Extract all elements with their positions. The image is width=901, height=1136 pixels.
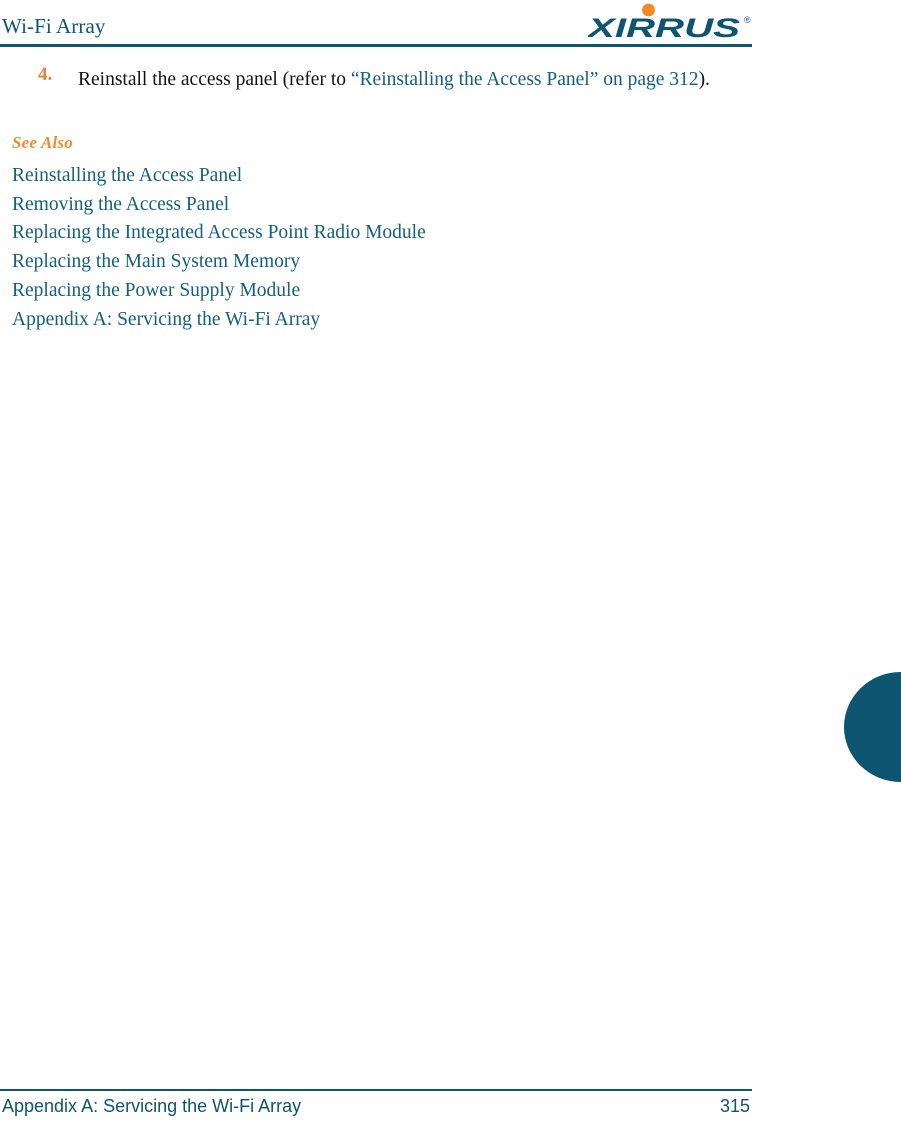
step-number: 4. [38, 64, 53, 85]
footer-chapter-title: Appendix A: Servicing the Wi-Fi Array [2, 1096, 302, 1116]
step-text: Reinstall the access panel (refer to “Re… [78, 64, 752, 95]
see-also-link[interactable]: Reinstalling the Access Panel [12, 162, 760, 191]
cross-reference-link[interactable]: “Reinstalling the Access Panel” on page … [351, 69, 699, 90]
see-also-link[interactable]: Replacing the Integrated Access Point Ra… [12, 219, 760, 248]
see-also-section: See Also Reinstalling the Access Panel R… [0, 95, 760, 334]
header-rule [0, 44, 752, 47]
numbered-step: 4. Reinstall the access panel (refer to … [0, 50, 760, 95]
document-page: Wi-Fi Array XIRRUS ® 4. Reinstall the ac… [0, 0, 901, 1136]
see-also-link[interactable]: Replacing the Power Supply Module [12, 277, 760, 306]
page-footer: Appendix A: Servicing the Wi-Fi Array 31… [0, 1086, 752, 1136]
chapter-thumb-tab [844, 672, 901, 782]
step-text-after: ). [698, 69, 710, 90]
page-content: 4. Reinstall the access panel (refer to … [0, 50, 760, 334]
see-also-link[interactable]: Replacing the Main System Memory [12, 248, 760, 277]
svg-text:®: ® [744, 15, 751, 25]
footer-rule [0, 1089, 752, 1091]
footer-page-number: 315 [719, 1096, 750, 1116]
step-text-before: Reinstall the access panel (refer to [78, 69, 351, 90]
xirrus-logo: XIRRUS ® [588, 3, 756, 41]
see-also-link[interactable]: Appendix A: Servicing the Wi-Fi Array [12, 306, 760, 335]
see-also-list: Reinstalling the Access Panel Removing t… [0, 162, 760, 334]
see-also-heading: See Also [12, 133, 73, 152]
footer-row: Appendix A: Servicing the Wi-Fi Array 31… [0, 1096, 752, 1117]
svg-text:XIRRUS: XIRRUS [588, 13, 740, 41]
see-also-link[interactable]: Removing the Access Panel [12, 191, 760, 220]
header-title: Wi-Fi Array [2, 14, 106, 38]
